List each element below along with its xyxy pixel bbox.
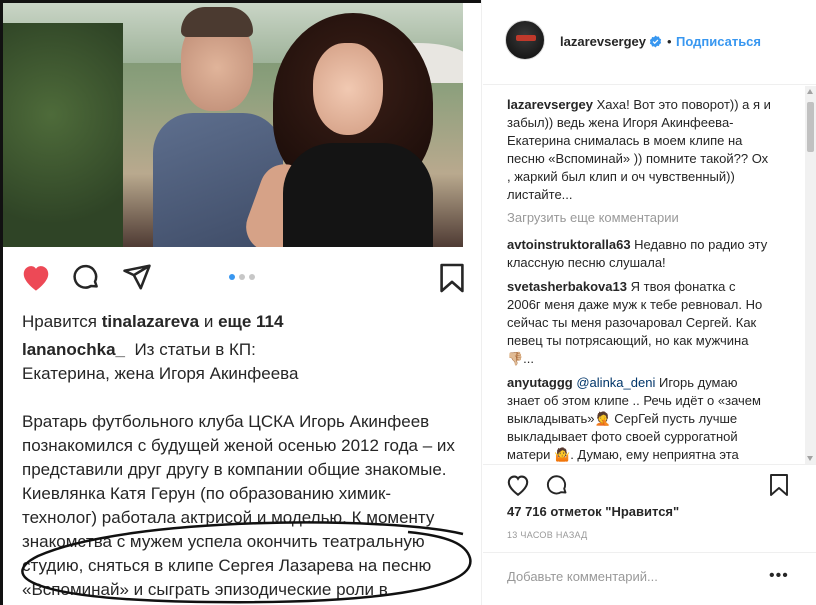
avatar[interactable] [505, 20, 545, 60]
heart-filled-icon [19, 262, 53, 297]
bookmark-icon[interactable] [769, 473, 789, 502]
verified-icon [649, 35, 662, 48]
comment-input[interactable]: Добавьте комментарий... [507, 569, 658, 584]
comment-item: svetasherbakova13 Я твоя фонатка с 2006г… [507, 278, 772, 368]
comments-scrollbar[interactable] [805, 86, 816, 464]
action-bar [483, 464, 816, 504]
caption-comment: lazarevsergey Хаха! Вот это поворот)) а … [507, 96, 772, 204]
comment-icon[interactable] [545, 473, 569, 502]
bookmark-icon [439, 262, 465, 299]
scrollbar-thumb[interactable] [807, 102, 814, 152]
comment-text: Хаха! Вот это поворот)) а я и забыл)) ве… [507, 97, 771, 202]
heart-outline-icon[interactable] [505, 473, 531, 502]
comment-username[interactable]: svetasherbakova13 [507, 279, 627, 294]
comment-mention[interactable]: @alinka_deni [576, 375, 655, 390]
couple-photo [3, 3, 463, 247]
add-comment-bar: Добавьте комментарий... ••• [483, 552, 816, 605]
carousel-dots [229, 274, 255, 280]
scroll-up-arrow[interactable] [807, 89, 813, 94]
embedded-post-image: Нравится tinalazareva и еще 114 lananoch… [0, 0, 482, 605]
more-options-icon[interactable]: ••• [769, 567, 789, 585]
comment-icon [71, 262, 101, 297]
comment-item: anyutaggg @alinka_deni Игорь думаю знает… [507, 374, 772, 464]
post-header: lazarevsergey • Подписаться [483, 0, 816, 85]
likes-count[interactable]: 47 716 отметок "Нравится" [507, 504, 679, 519]
post-timestamp[interactable]: 13 часов назад [507, 530, 588, 540]
comment-username[interactable]: anyutaggg [507, 375, 573, 390]
comment-username[interactable]: avtoinstruktoralla63 [507, 237, 631, 252]
embedded-likes: Нравится tinalazareva и еще 114 [22, 312, 284, 331]
header-separator: • [667, 34, 672, 49]
comments-list: lazarevsergey Хаха! Вот это поворот)) а … [483, 86, 805, 464]
share-icon [121, 262, 153, 297]
scroll-down-arrow[interactable] [807, 456, 813, 461]
post-sidebar: lazarevsergey • Подписаться lazarevserge… [483, 0, 816, 605]
hand-drawn-ellipse [21, 521, 472, 604]
header-username[interactable]: lazarevsergey [560, 34, 646, 49]
follow-button[interactable]: Подписаться [676, 34, 761, 49]
comment-username[interactable]: lazarevsergey [507, 97, 593, 112]
comment-item: avtoinstruktoralla63 Недавно по радио эт… [507, 236, 772, 272]
embedded-action-bar [3, 252, 465, 302]
load-more-comments-button[interactable]: Загрузить еще комментарии [507, 210, 679, 225]
